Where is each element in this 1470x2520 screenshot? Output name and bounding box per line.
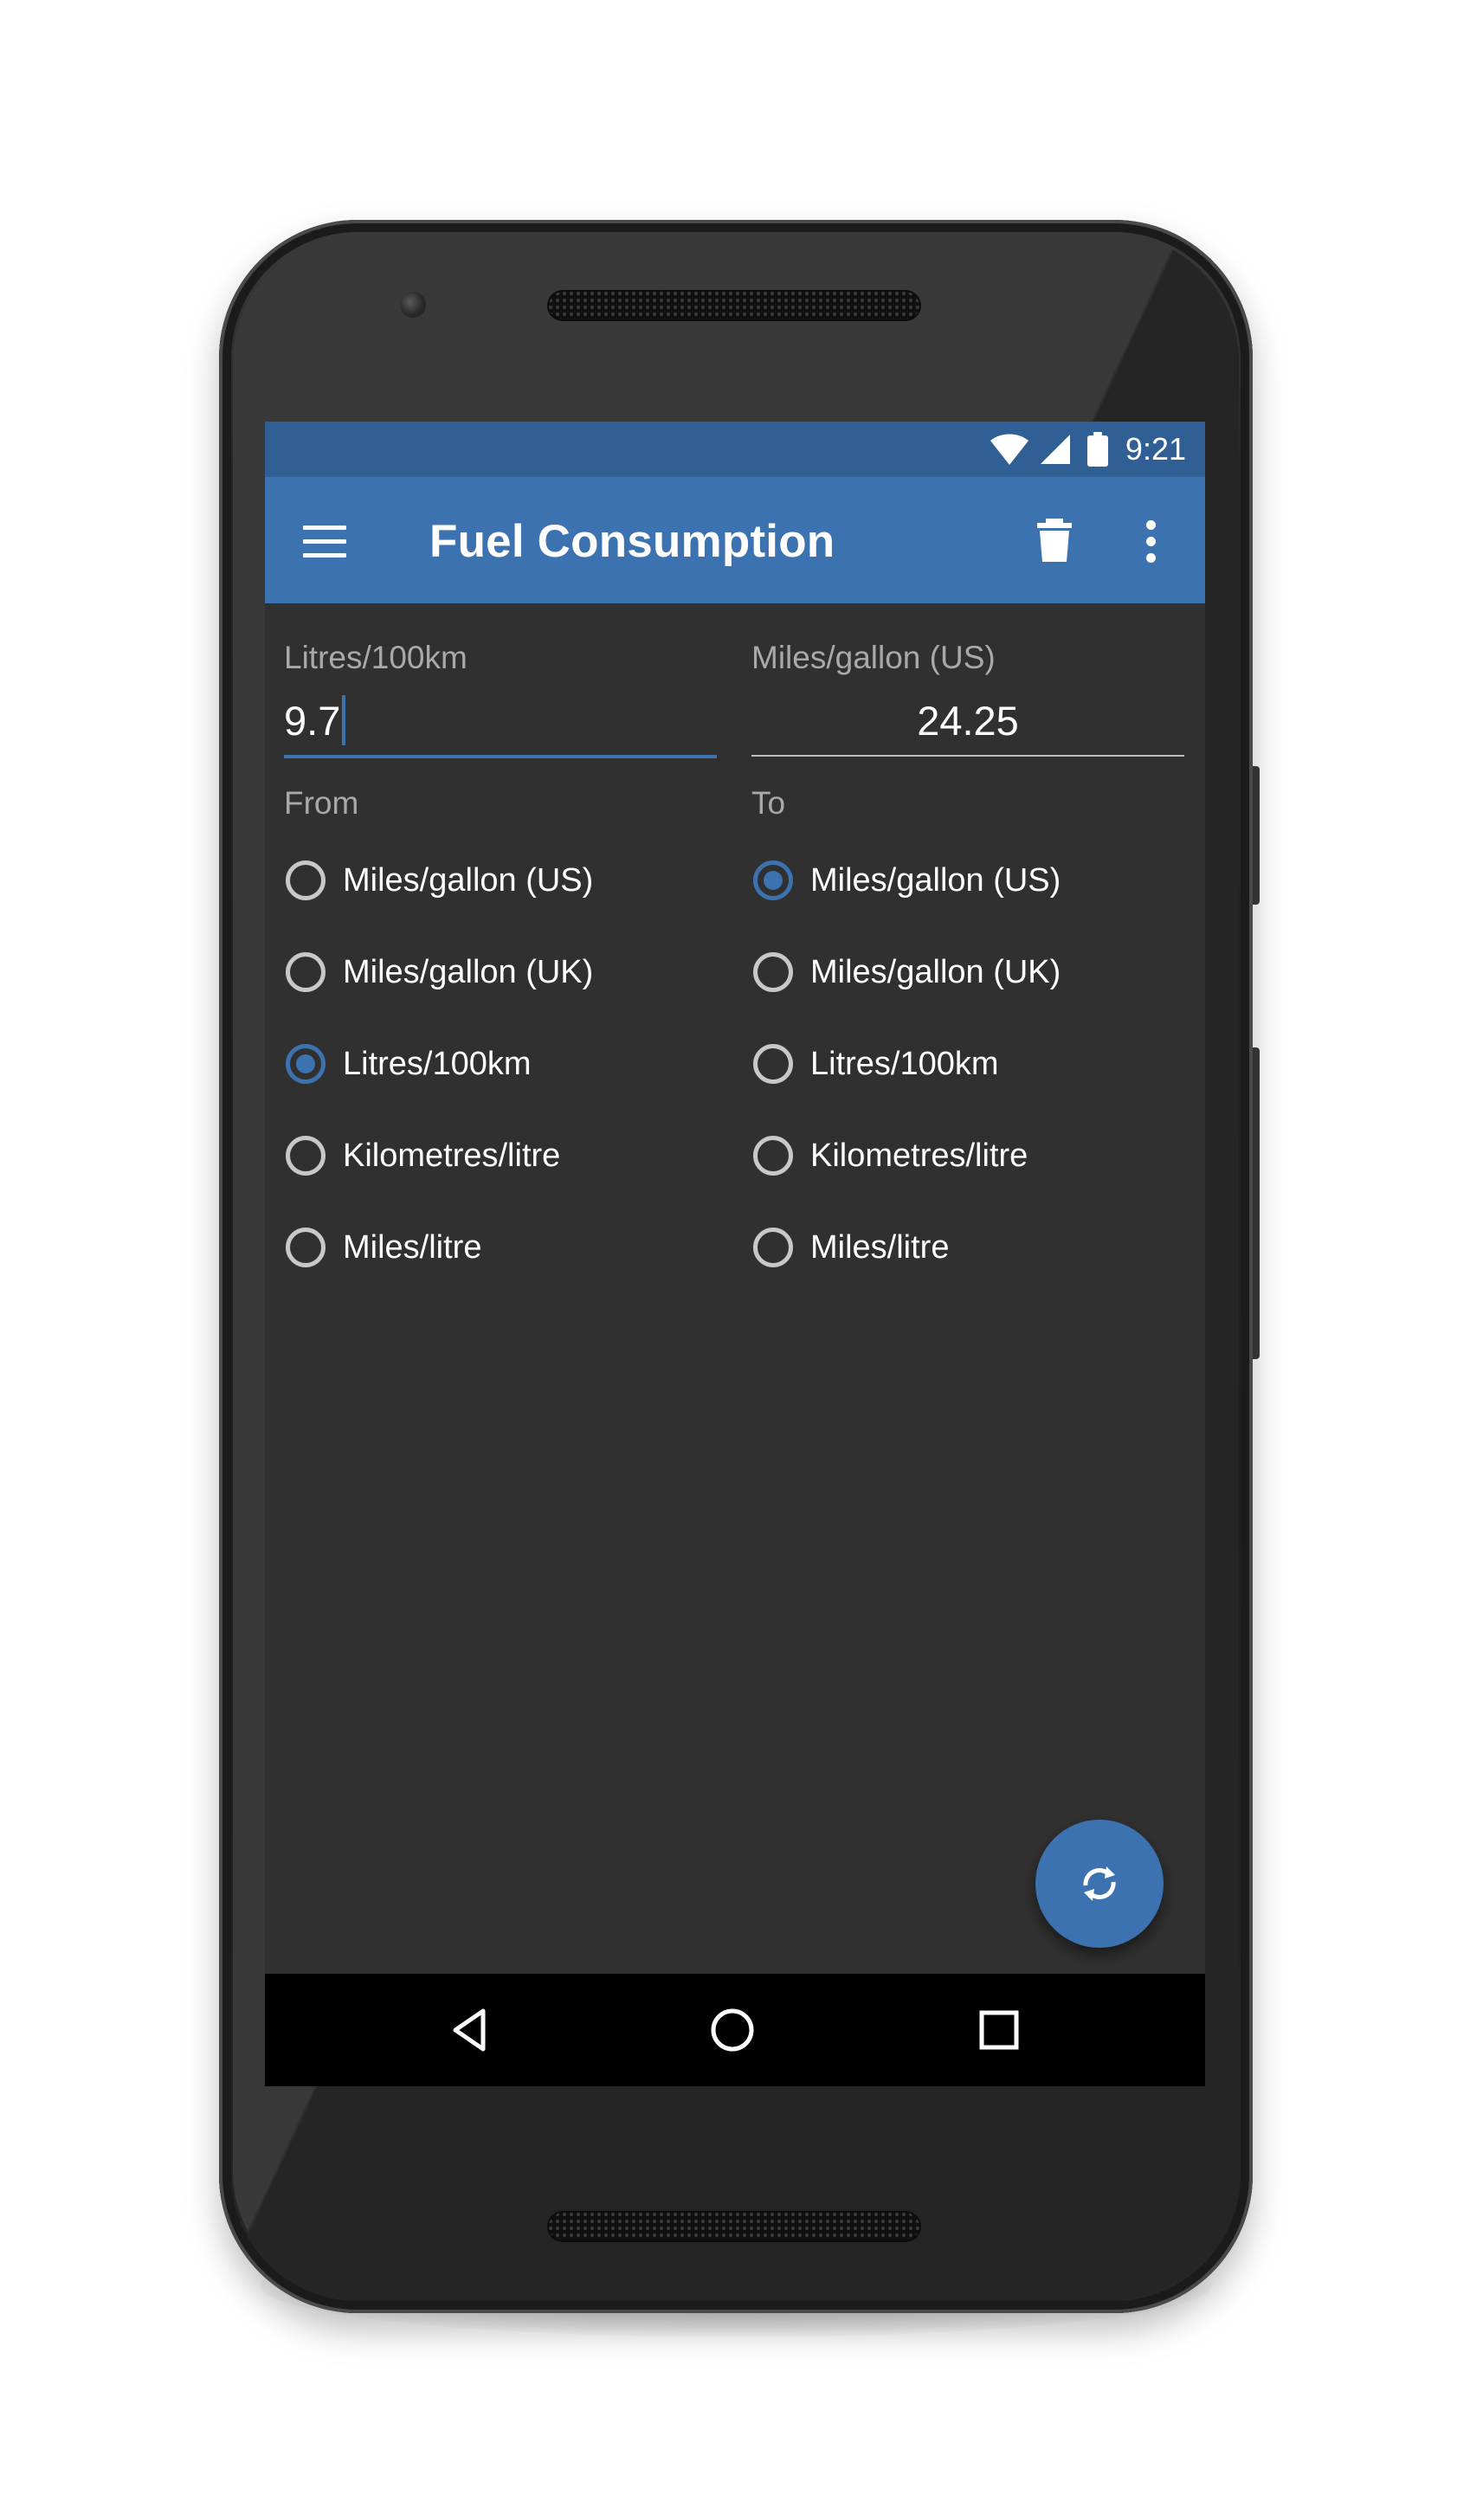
radio-button-checked[interactable] [286, 1044, 326, 1084]
navigation-bar [265, 1974, 1205, 2086]
to-option-label: Miles/gallon (UK) [810, 953, 1061, 990]
radio-button-checked[interactable] [753, 860, 793, 900]
screen: 9:21 Fuel Consumption Litres/100km Miles… [265, 422, 1205, 2086]
status-time: 9:21 [1125, 431, 1186, 467]
top-speaker [547, 290, 921, 321]
from-value-input[interactable]: 9.7 [284, 686, 717, 758]
to-option-label: Miles/litre [810, 1228, 950, 1266]
to-input-label: Miles/gallon (US) [751, 640, 996, 675]
from-option-label: Litres/100km [343, 1045, 532, 1082]
radio-button[interactable] [286, 1228, 326, 1267]
menu-icon[interactable] [303, 525, 348, 558]
radio-button[interactable] [286, 952, 326, 992]
from-option-label: Miles/litre [343, 1228, 482, 1266]
to-option-label: Miles/gallon (US) [810, 861, 1061, 899]
signal-icon [1040, 435, 1070, 464]
from-option-label: Miles/gallon (UK) [343, 953, 594, 990]
swap-refresh-icon [1083, 1866, 1116, 1901]
to-value-text: 24.25 [917, 697, 1019, 744]
radio-button[interactable] [753, 1044, 793, 1084]
status-bar: 9:21 [265, 422, 1205, 477]
recents-icon[interactable] [975, 2006, 1023, 2054]
to-option-label: Kilometres/litre [810, 1137, 1028, 1174]
to-option-mpg-uk[interactable]: Miles/gallon (UK) [753, 938, 1061, 1007]
more-vert-icon[interactable] [1144, 519, 1157, 564]
status-icons: 9:21 [989, 431, 1186, 467]
to-option-litres-100km[interactable]: Litres/100km [753, 1029, 999, 1099]
app-title: Fuel Consumption [429, 516, 835, 567]
to-section-label: To [751, 785, 786, 821]
from-option-km-litre[interactable]: Kilometres/litre [286, 1121, 560, 1190]
from-option-label: Kilometres/litre [343, 1137, 561, 1174]
to-option-label: Litres/100km [810, 1045, 999, 1082]
radio-button[interactable] [286, 1136, 326, 1176]
from-value-text: 9.7 [284, 697, 341, 744]
radio-button[interactable] [286, 860, 326, 900]
text-cursor [342, 695, 346, 745]
wifi-icon [990, 434, 1028, 465]
from-option-litres-100km[interactable]: Litres/100km [286, 1029, 532, 1099]
to-value-field[interactable]: 24.25 [751, 686, 1184, 757]
from-option-miles-litre[interactable]: Miles/litre [286, 1213, 481, 1282]
radio-button[interactable] [753, 1228, 793, 1267]
from-option-label: Miles/gallon (US) [343, 861, 594, 899]
back-icon[interactable] [447, 2006, 495, 2054]
radio-button[interactable] [753, 952, 793, 992]
from-option-mpg-us[interactable]: Miles/gallon (US) [286, 846, 593, 915]
to-option-miles-litre[interactable]: Miles/litre [753, 1213, 949, 1282]
swap-fab-button[interactable] [1035, 1820, 1164, 1948]
front-camera [400, 292, 426, 318]
home-icon[interactable] [708, 2006, 757, 2054]
from-section-label: From [284, 785, 359, 821]
from-input-label: Litres/100km [284, 640, 467, 675]
to-option-mpg-us[interactable]: Miles/gallon (US) [753, 846, 1061, 915]
battery-icon [1086, 432, 1108, 467]
app-bar: Fuel Consumption [265, 477, 1205, 603]
to-option-km-litre[interactable]: Kilometres/litre [753, 1121, 1028, 1190]
from-option-mpg-uk[interactable]: Miles/gallon (UK) [286, 938, 593, 1007]
bottom-speaker [547, 2211, 921, 2242]
radio-button[interactable] [753, 1136, 793, 1176]
trash-icon[interactable] [1037, 519, 1072, 562]
